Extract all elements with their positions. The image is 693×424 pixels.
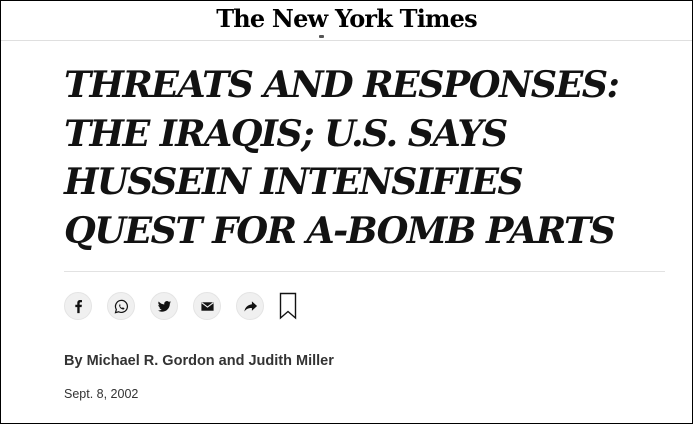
whatsapp-share-button[interactable] [107, 292, 135, 320]
bookmark-icon[interactable] [278, 292, 298, 320]
nyt-logo[interactable]: The New York Times [216, 5, 477, 33]
facebook-share-button[interactable] [64, 292, 92, 320]
twitter-icon [157, 300, 171, 312]
divider [64, 271, 665, 272]
scroll-indicator [319, 35, 324, 38]
publish-date: Sept. 8, 2002 [64, 387, 139, 401]
article-byline: By Michael R. Gordon and Judith Miller [64, 353, 334, 369]
share-icon [243, 300, 257, 312]
masthead: The New York Times [1, 1, 692, 41]
email-share-button[interactable] [193, 292, 221, 320]
facebook-icon [74, 299, 82, 313]
whatsapp-icon [114, 299, 128, 313]
email-icon [200, 301, 214, 311]
article-headline: THREATS AND RESPONSES: THE IRAQIS; U.S. … [64, 63, 620, 252]
twitter-share-button[interactable] [150, 292, 178, 320]
more-share-button[interactable] [236, 292, 264, 320]
article-page: The New York Times THREATS AND RESPONSES… [0, 0, 693, 424]
